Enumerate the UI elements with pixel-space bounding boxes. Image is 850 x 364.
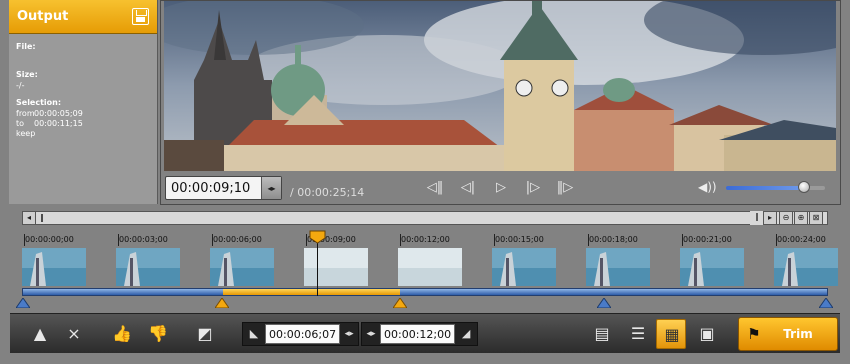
thumbnail-frame[interactable] [116, 248, 180, 286]
set-end-icon[interactable]: ◢ [455, 323, 477, 345]
size-value: -/- [16, 81, 25, 90]
start-time-spin-icon[interactable]: ◂▸ [340, 329, 358, 339]
ruler-label: 00:00:15;00 [495, 235, 544, 244]
scroll-right-grip-icon[interactable]: ‖ [750, 211, 764, 225]
thumbnail-view-button[interactable]: ▦ [656, 319, 686, 349]
list-view-icon[interactable]: ▣ [695, 322, 719, 346]
to-value: 00:00:11;15 [34, 119, 83, 128]
output-panel: Output File: Size: -/- Selection: from 0… [9, 0, 158, 204]
remove-marker-icon[interactable]: ⨯ [62, 322, 86, 346]
thumbnail-frame[interactable] [304, 248, 368, 286]
trim-button[interactable]: ⚑ Trim [738, 317, 838, 351]
thumbs-down-icon[interactable]: 👎 [146, 322, 170, 346]
playhead-handle[interactable] [309, 230, 326, 244]
thumbnail-frame[interactable] [774, 248, 838, 286]
time-spin-icon[interactable]: ◂▸ [261, 177, 281, 199]
volume-slider[interactable] [726, 186, 825, 190]
scroll-thumb-grip-icon[interactable]: ‖ [37, 212, 47, 224]
volume-icon[interactable]: ◀)) [698, 180, 717, 194]
thumbs-up-icon[interactable]: 👍 [110, 322, 134, 346]
volume-slider-knob[interactable] [798, 181, 810, 193]
zoom-fit-icon[interactable]: ⊠ [809, 211, 823, 225]
end-time-value[interactable]: 00:00:12;00 [380, 324, 456, 344]
selection-to-row: to 00:00:11;15 [16, 119, 83, 128]
bottom-toolbar: ▲ ⨯ 👍 👎 ◩ ◣ 00:00:06;07 ◂▸ ◂▸ 00:00:12;0… [10, 313, 840, 353]
invert-selection-icon[interactable]: ◩ [193, 322, 217, 346]
timeline-scrollbar[interactable]: ◂ ‖ ‖ ▸ ⊖ ⊕ ⊠ [22, 211, 828, 225]
cut-marker-icon[interactable] [597, 298, 611, 308]
step-forward-icon[interactable]: |▷ [521, 179, 545, 197]
ruler-label: 00:00:00;00 [25, 235, 74, 244]
end-time-spin-icon[interactable]: ◂▸ [362, 329, 380, 339]
ruler-label: 00:00:03;00 [119, 235, 168, 244]
selection-from-row: from 00:00:05;09 [16, 109, 83, 118]
from-value: 00:00:05;09 [34, 109, 83, 118]
zoom-out-icon[interactable]: ⊖ [779, 211, 793, 225]
playhead-line [317, 240, 318, 296]
thumbnail-frame[interactable] [680, 248, 744, 286]
thumbnail-frame[interactable] [398, 248, 462, 286]
ruler-label: 00:00:18;00 [589, 235, 638, 244]
zoom-in-icon[interactable]: ⊕ [794, 211, 808, 225]
size-label: Size: [16, 70, 38, 79]
start-time-value[interactable]: 00:00:06;07 [265, 324, 341, 344]
play-icon[interactable]: ▷ [489, 179, 513, 197]
set-start-icon[interactable]: ◣ [243, 323, 265, 345]
thumbnail-frame[interactable] [210, 248, 274, 286]
scroll-right-icon[interactable]: ▸ [763, 211, 777, 225]
file-label: File: [16, 42, 36, 51]
ruler-label: 00:00:21;00 [683, 235, 732, 244]
end-marker-icon[interactable] [819, 298, 833, 308]
to-label: to [16, 119, 25, 128]
duration-label: / 00:00:25;14 [290, 186, 365, 199]
end-time-field[interactable]: ◂▸ 00:00:12;00 ◢ [361, 322, 479, 346]
skip-to-start-icon[interactable]: ◁‖ [423, 179, 447, 197]
selection-mode: keep [16, 129, 36, 138]
output-title: Output [17, 9, 69, 24]
start-time-field[interactable]: ◣ 00:00:06;07 ◂▸ [242, 322, 360, 346]
flag-icon: ⚑ [747, 325, 761, 343]
save-icon[interactable] [132, 8, 149, 25]
thumbnail-view-icon: ▦ [664, 325, 680, 344]
thumbnail-frame[interactable] [586, 248, 650, 286]
skip-to-end-icon[interactable]: ‖▷ [553, 179, 577, 197]
ruler-label: 00:00:12;00 [401, 235, 450, 244]
current-time-value[interactable]: 00:00:09;10 [166, 181, 261, 196]
selection-label: Selection: [16, 98, 62, 107]
from-label: from [16, 109, 35, 118]
scroll-left-icon[interactable]: ◂ [22, 211, 36, 225]
current-time-field[interactable]: 00:00:09;10 ◂▸ [165, 176, 282, 200]
timeline-ruler[interactable]: 00:00:00;00 00:00:03;00 00:00:06;00 00:00:0… [22, 229, 828, 247]
start-marker-icon[interactable] [16, 298, 30, 308]
thumbnail-frame[interactable] [22, 248, 86, 286]
selection-end-marker-icon[interactable] [393, 298, 407, 308]
trim-label: Trim [783, 327, 813, 341]
step-back-icon[interactable]: ◁| [456, 179, 480, 197]
film-strip-icon[interactable]: ▤ [590, 322, 614, 346]
selection-range[interactable] [223, 289, 400, 295]
selection-start-marker-icon[interactable] [215, 298, 229, 308]
ruler-label: 00:00:24;00 [777, 235, 826, 244]
ruler-label: 00:00:06;00 [213, 235, 262, 244]
video-trim-window: Output File: Size: -/- Selection: from 0… [0, 0, 850, 364]
video-preview[interactable] [164, 0, 836, 171]
timeline-track[interactable] [22, 288, 828, 296]
track-view-icon[interactable]: ☰ [626, 322, 650, 346]
thumbnail-frame[interactable] [492, 248, 556, 286]
add-marker-icon[interactable]: ▲ [28, 322, 52, 346]
output-header: Output [9, 0, 157, 34]
thumbnail-strip[interactable] [22, 248, 838, 286]
